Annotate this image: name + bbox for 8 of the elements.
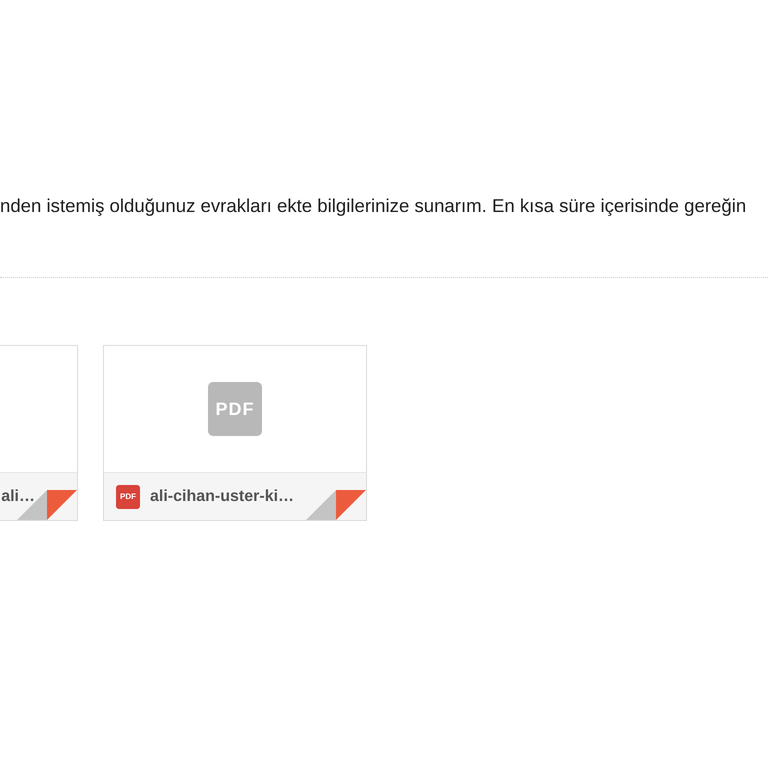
- file-name: ali-cihan-uster-ki…: [150, 488, 294, 506]
- attachment-card[interactable]: ali…: [0, 345, 78, 521]
- corner-fold-icon: [306, 490, 366, 520]
- message-text: nden istemiş olduğunuz evrakları ekte bilgilerinize sunarım. En kısa süre içerisinde gereğin: [0, 195, 746, 216]
- pdf-preview-icon: PDF: [208, 382, 262, 436]
- file-name: ali…: [1, 488, 35, 506]
- attachment-card[interactable]: PDF PDF ali-cihan-uster-ki…: [103, 345, 367, 521]
- pdf-file-icon: PDF: [116, 484, 140, 508]
